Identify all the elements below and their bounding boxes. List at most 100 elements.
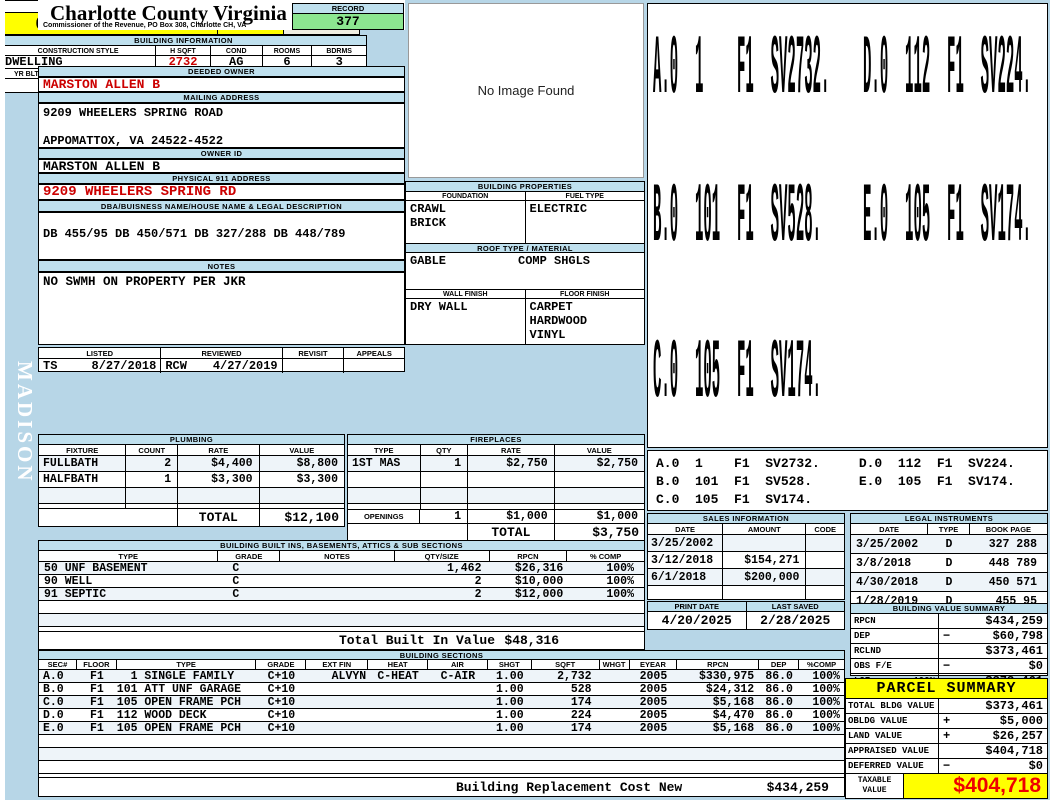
parcel-sign: + xyxy=(943,729,951,743)
floor-finish-value: CARPET HARDWOOD VINYL xyxy=(529,300,588,342)
roof-type-value: GABLE xyxy=(410,254,447,268)
reviewed-value: RCW 4/27/2019 xyxy=(161,359,283,373)
table-cell: 101 ATT UNF GARAGE xyxy=(116,683,242,695)
bi-type-label: TYPE xyxy=(39,551,219,561)
table-cell xyxy=(421,488,469,503)
table-cell: 6/1/2018 xyxy=(648,569,724,585)
fp-rate-label: RATE xyxy=(468,445,555,455)
table-cell: C+10 xyxy=(267,683,296,695)
table-cell xyxy=(117,735,257,747)
openings-row: OPENINGS 1 $1,000 $1,000 xyxy=(348,509,644,523)
table-cell xyxy=(39,488,127,503)
table-cell: $4,400 xyxy=(178,456,260,471)
property-record-card: MADISON Charlotte County Virginia Commis… xyxy=(0,0,1050,800)
plumbing-total-label: TOTAL xyxy=(178,509,260,526)
fireplaces-body: 1ST MAS 1 $2,750 $2,750 xyxy=(348,456,644,509)
table-cell: 2005 xyxy=(639,683,668,695)
table-cell: D xyxy=(945,556,953,570)
taxable-value-row: TAXABLE VALUE $404,718 xyxy=(846,774,1047,798)
legal-instruments-table: LEGAL INSTRUMENTS DATE TYPE BOOK PAGE 3/… xyxy=(850,513,1048,609)
built-ins-table: BUILDING BUILT INS, BASEMENTS, ATTICS & … xyxy=(38,540,645,650)
sec-label: SEC# xyxy=(39,660,77,669)
parcel-sign: + xyxy=(943,714,951,728)
table-cell xyxy=(428,683,488,695)
last-saved-value: 2/28/2025 xyxy=(760,613,831,628)
fuel-value: ELECTRIC xyxy=(529,202,588,216)
table-cell: 2005 xyxy=(639,722,668,734)
table-row: 3/8/2018 D 448 789 xyxy=(851,554,1047,573)
table-cell xyxy=(600,735,630,747)
fireplaces-total-spacer xyxy=(348,524,469,540)
table-cell: A.0 xyxy=(43,670,64,682)
table-cell xyxy=(280,562,395,574)
fireplaces-total-row: TOTAL $3,750 xyxy=(348,523,644,540)
table-cell xyxy=(280,601,395,613)
built-ins-total-row: Total Built In Value $48,316 xyxy=(39,631,644,649)
table-row: 3/25/2002 xyxy=(648,535,844,552)
table-cell: 100% xyxy=(812,696,840,708)
roof-values: GABLE COMP SHGLS xyxy=(406,253,644,290)
table-cell: 100% xyxy=(812,683,840,695)
table-row: 4/30/2018 D 450 571 xyxy=(851,573,1047,592)
review-table: LISTED REVIEWED REVISIT APPEALS TS 8/27/… xyxy=(38,347,405,373)
table-cell: 2,732 xyxy=(557,670,592,682)
listed-by: TS xyxy=(43,359,58,373)
table-cell: 86.0 xyxy=(765,722,793,734)
table-cell: E.0 xyxy=(43,722,64,734)
foundation-fuel-header: FOUNDATION FUEL TYPE xyxy=(406,192,644,201)
table-cell xyxy=(600,670,630,682)
table-cell xyxy=(428,709,488,721)
table-cell xyxy=(600,696,630,708)
table-cell: ALVYN xyxy=(331,670,367,682)
table-cell: $5,168 xyxy=(712,696,755,708)
last-saved-label: LAST SAVED xyxy=(746,602,844,611)
plumbing-header-row: FIXTURE COUNT RATE VALUE xyxy=(39,445,344,456)
table-cell xyxy=(395,601,490,613)
table-cell: 224 xyxy=(570,709,592,721)
table-cell xyxy=(306,709,368,721)
reviewed-by: RCW xyxy=(165,359,187,373)
appeals-label: APPEALS xyxy=(356,348,392,358)
plumbing-table: PLUMBING FIXTURE COUNT RATE VALUE FULLBA… xyxy=(38,434,345,527)
comp-label: %COMP xyxy=(806,660,837,669)
table-cell: C-HEAT xyxy=(377,670,419,682)
table-cell xyxy=(306,748,368,760)
table-cell: $24,312 xyxy=(705,683,755,695)
county-watermark: MADISON xyxy=(13,360,37,484)
deeded-owner-value: MARSTON ALLEN B xyxy=(38,77,405,92)
table-cell: 174 xyxy=(570,722,592,734)
table-cell xyxy=(759,735,799,747)
table-cell: 3/8/2018 xyxy=(856,556,912,570)
legend-line: A.0 1 F1 SV2732. D.0 112 F1 SV224. xyxy=(656,456,1015,471)
sketch-panel: A.0 1 F1 SV2732. D.0 112 F1 SV224. B.0 1… xyxy=(647,3,1048,448)
table-row xyxy=(39,614,644,627)
table-cell: 1.00 xyxy=(495,722,524,734)
table-cell xyxy=(39,614,218,626)
taxable-value-label: TAXABLE VALUE xyxy=(846,774,904,798)
fp-value-label: VALUE xyxy=(586,445,612,455)
table-cell: 2 xyxy=(126,456,179,471)
table-cell: 50 UNF BASEMENT xyxy=(44,562,148,574)
wall-floor-values: DRY WALL CARPET HARDWOOD VINYL xyxy=(406,299,644,344)
fuel-label: FUEL TYPE xyxy=(565,192,604,200)
legal-description-box: DB 455/95 DB 450/571 DB 327/288 DB 448/7… xyxy=(38,212,405,260)
bvs-row: OBS F/E − $0 xyxy=(851,659,1047,674)
bvs-value: $60,798 xyxy=(992,629,1043,643)
table-cell: C+10 xyxy=(267,722,296,734)
physical-911-value: 9209 WHEELERS SPRING RD xyxy=(38,184,405,200)
print-info-header: PRINT DATE LAST SAVED xyxy=(648,602,844,612)
table-row: 3/12/2018 $154,271 xyxy=(648,552,844,569)
built-ins-title: BUILDING BUILT INS, BASEMENTS, ATTICS & … xyxy=(39,541,644,551)
floor-finish-label: FLOOR FINISH xyxy=(560,290,610,298)
table-cell: $12,000 xyxy=(514,588,564,600)
rpcn-label: RPCN xyxy=(677,660,760,669)
bvs-sign: − xyxy=(943,659,951,673)
sketch-vector-line: C.0 105 F1 SV174. xyxy=(653,330,822,426)
bdrms-label: BDRMS xyxy=(326,47,352,55)
floor-label: FLOOR xyxy=(77,660,117,669)
table-cell: 105 OPEN FRAME PCH xyxy=(116,722,242,734)
table-cell: 450 571 xyxy=(988,575,1037,589)
table-cell: C-AIR xyxy=(440,670,476,682)
table-cell: C xyxy=(232,562,240,574)
table-cell xyxy=(468,472,555,487)
